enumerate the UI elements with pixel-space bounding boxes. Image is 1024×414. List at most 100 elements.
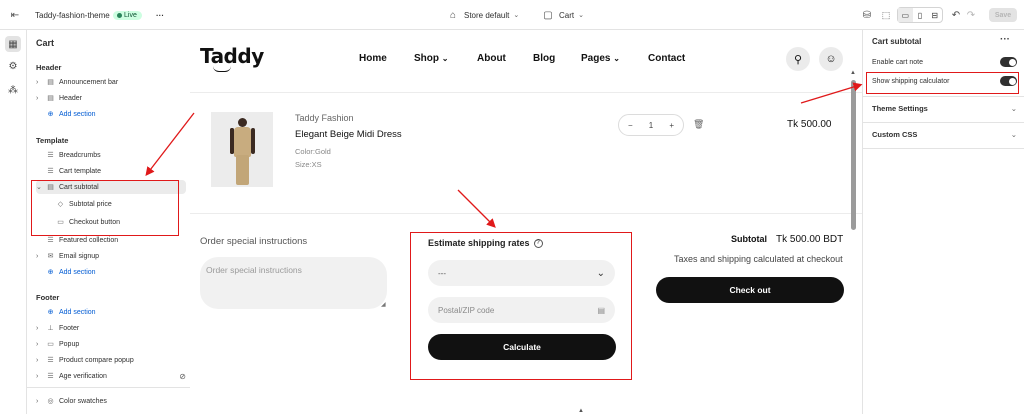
store-select[interactable]: ⌂ Store default ⌄ <box>446 0 519 30</box>
chevron-right-icon: › <box>36 372 39 380</box>
product-name[interactable]: Elegant Beige Midi Dress <box>295 129 402 140</box>
nav-shop-label: Shop <box>414 53 439 64</box>
block-label: Checkout button <box>69 218 120 226</box>
store-logo[interactable]: Taddy <box>200 44 264 68</box>
chevron-right-icon: › <box>36 397 39 405</box>
section-icon: ▤ <box>47 184 54 191</box>
accordion-theme-settings[interactable]: Theme Settings ⌄ <box>872 104 1017 113</box>
section-email-signup[interactable]: › ✉ Email signup <box>36 249 186 263</box>
nav-contact[interactable]: Contact <box>648 53 685 64</box>
section-header[interactable]: › ▤ Header <box>36 91 186 105</box>
add-section-header[interactable]: ⊕ Add section <box>36 107 186 121</box>
scroll-indicator-icon: ▲ <box>578 408 584 414</box>
chevron-down-icon: ⌄ <box>1010 104 1017 113</box>
add-section-template[interactable]: ⊕ Add section <box>36 265 186 279</box>
undo-icon[interactable]: ↶ <box>949 0 963 30</box>
store-icon: ⌂ <box>449 9 457 21</box>
chevron-right-icon: › <box>36 94 39 102</box>
trash-icon[interactable]: 🗑 <box>693 119 704 130</box>
apps-icon[interactable]: ⁂ <box>6 83 20 97</box>
add-section-label: Add section <box>59 308 96 316</box>
help-icon[interactable]: ? <box>533 238 543 248</box>
zip-input[interactable]: Postal/ZIP code ▤ <box>428 297 615 323</box>
qty-value[interactable]: 1 <box>649 121 653 130</box>
settings-gear-icon[interactable]: ⚙ <box>6 59 20 73</box>
section-label: Header <box>59 94 82 102</box>
plus-circle-icon: ⊕ <box>47 269 54 276</box>
section-featured-collection[interactable]: ☰ Featured collection <box>36 233 186 247</box>
desktop-icon[interactable]: ▭ <box>898 8 913 22</box>
checkout-button[interactable]: Check out <box>656 277 844 303</box>
order-instructions-textarea[interactable]: Order special instructions <box>200 257 387 309</box>
qty-minus-button[interactable]: − <box>628 121 633 130</box>
subtotal-label: Subtotal <box>731 234 767 244</box>
product-figure-dress <box>234 127 251 157</box>
block-checkout-button[interactable]: ▭ Checkout button <box>46 215 186 229</box>
settings-more-button[interactable]: ··· <box>1000 34 1010 45</box>
eye-off-icon[interactable]: ⊘ <box>179 372 186 381</box>
nav-about[interactable]: About <box>477 53 506 64</box>
keyboard-icon: ▤ <box>597 305 605 315</box>
product-figure-legs <box>236 155 249 185</box>
chevron-right-icon: › <box>36 356 39 364</box>
section-icon: ☰ <box>47 168 54 175</box>
shipping-calculator-toggle[interactable] <box>1000 76 1017 86</box>
section-breadcrumbs[interactable]: ☰ Breadcrumbs <box>36 148 186 162</box>
tag-icon: ◇ <box>57 201 64 208</box>
accordion-custom-css[interactable]: Custom CSS ⌄ <box>872 130 1017 139</box>
country-select[interactable]: --- ⌄ <box>428 260 615 286</box>
section-product-compare-popup[interactable]: › ☰ Product compare popup <box>36 353 186 367</box>
section-popup[interactable]: › ▭ Popup <box>36 337 186 351</box>
mobile-icon[interactable]: ▯ <box>913 8 928 22</box>
fullscreen-icon[interactable]: ⊟ <box>927 8 942 22</box>
sections-panel: Cart ▲ Header ›▤Announcement bar ›▤Heade… <box>27 30 213 414</box>
section-announcement-bar[interactable]: › ▤ Announcement bar <box>36 75 186 89</box>
chevron-right-icon: › <box>36 340 39 348</box>
product-figure-head <box>238 118 247 127</box>
line-price: Tk 500.00 <box>787 119 832 130</box>
search-icon[interactable]: ⚲ <box>786 47 810 71</box>
account-icon[interactable]: ☺ <box>819 47 843 71</box>
redo-icon[interactable]: ↷ <box>964 0 978 30</box>
nav-shop[interactable]: Shop ⌄ <box>414 53 448 64</box>
section-cart-subtotal[interactable]: ⌄ ▤ Cart subtotal <box>36 180 186 194</box>
qty-plus-button[interactable]: + <box>669 121 674 130</box>
order-instructions-label: Order special instructions <box>200 236 308 247</box>
section-icon: ☰ <box>47 373 54 380</box>
cart-note-toggle[interactable] <box>1000 57 1017 67</box>
calculate-button[interactable]: Calculate <box>428 334 616 360</box>
cart-divider <box>190 213 862 214</box>
database-icon[interactable]: ⛁ <box>860 0 874 30</box>
section-cart-template[interactable]: ☰ Cart template <box>36 164 186 178</box>
exit-icon[interactable]: ⇤ <box>8 0 22 30</box>
section-age-verification[interactable]: › ☰ Age verification ⊘ <box>36 369 186 383</box>
setting-label: Enable cart note <box>872 58 923 66</box>
chevron-down-icon: ⌄ <box>613 54 620 63</box>
nav-home[interactable]: Home <box>359 53 387 64</box>
inspector-icon[interactable]: ⬚ <box>879 0 893 30</box>
section-color-swatches[interactable]: › ◎ Color swatches <box>36 394 186 408</box>
shipping-title-text: Estimate shipping rates <box>428 238 530 248</box>
section-icon: ☰ <box>47 152 54 159</box>
section-footer[interactable]: › ⊥ Footer <box>36 321 186 335</box>
product-color: Color:Gold <box>295 147 331 156</box>
nav-blog[interactable]: Blog <box>533 53 555 64</box>
theme-more-button[interactable]: ··· <box>156 0 164 30</box>
preview-scrollbar[interactable] <box>851 80 856 230</box>
nav-pages[interactable]: Pages ⌄ <box>581 53 620 64</box>
footer-group-title: Footer <box>36 293 60 302</box>
section-label: Breadcrumbs <box>59 151 101 159</box>
section-icon: ▤ <box>47 79 54 86</box>
divider <box>863 96 1024 97</box>
save-button[interactable]: Save <box>989 8 1017 22</box>
add-section-footer[interactable]: ⊕ Add section <box>36 305 186 319</box>
resize-handle-icon[interactable]: ◢ <box>381 301 386 308</box>
product-size: Size:XS <box>295 160 322 169</box>
country-value: --- <box>438 268 446 278</box>
sections-icon[interactable]: ▦ <box>5 36 21 52</box>
scroll-up-icon[interactable]: ▲ <box>850 70 856 76</box>
icon-rail: ▦ ⚙ ⁂ <box>0 30 27 414</box>
page-select[interactable]: ▢ Cart ⌄ <box>541 0 584 30</box>
store-select-label: Store default <box>464 10 510 20</box>
block-subtotal-price[interactable]: ◇ Subtotal price <box>46 197 186 211</box>
